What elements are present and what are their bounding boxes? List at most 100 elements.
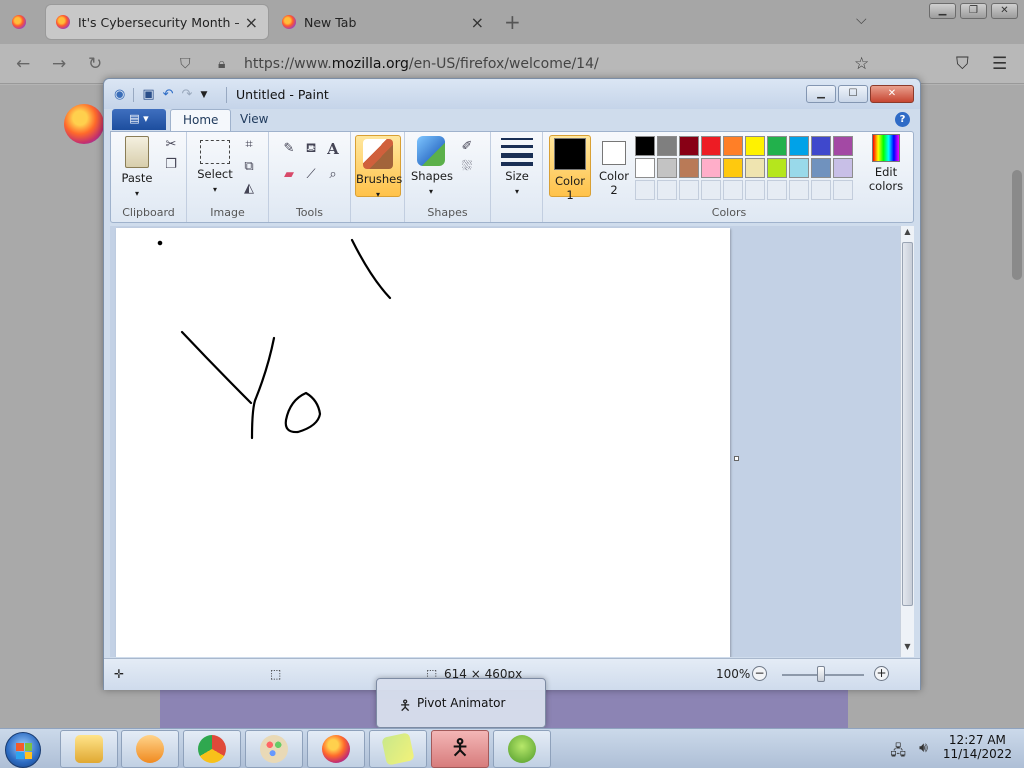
palette-swatch[interactable] [833, 158, 853, 178]
scrollbar-thumb[interactable] [902, 242, 913, 606]
fill-bucket-icon[interactable]: ⛾ [301, 140, 321, 158]
size-button[interactable]: Size ▾ [499, 138, 535, 197]
page-scrollbar-thumb[interactable] [1012, 170, 1022, 280]
tab-view[interactable]: View [228, 109, 280, 131]
palette-swatch[interactable] [679, 136, 699, 156]
palette-swatch[interactable] [723, 136, 743, 156]
palette-custom-slot[interactable] [701, 180, 721, 200]
list-all-tabs-chevron-icon[interactable]: ⌵ [856, 12, 867, 28]
edit-colors-button[interactable]: Edit colors [863, 134, 909, 193]
taskbar-media-player[interactable] [121, 730, 179, 768]
close-icon[interactable]: ✕ [870, 85, 914, 103]
tracking-shield-icon[interactable]: ⛉ [180, 56, 196, 72]
palette-swatch[interactable] [811, 136, 831, 156]
color-picker-icon[interactable]: ⟋ [301, 166, 321, 184]
magnifier-icon[interactable]: ⌕ [323, 166, 343, 184]
palette-custom-slot[interactable] [635, 180, 655, 200]
paint-file-menu-button[interactable]: ▤ ▾ [112, 109, 166, 130]
taskbar-explorer[interactable] [60, 730, 118, 768]
customize-qat-chevron-icon[interactable]: ▼ [200, 90, 207, 100]
firefox-menu-icon[interactable] [12, 15, 26, 29]
taskbar-sticky-notes[interactable] [369, 730, 427, 768]
hamburger-menu-icon[interactable]: ☰ [992, 54, 1007, 74]
tab-cybersecurity-month[interactable]: It's Cybersecurity Month — tim × [46, 5, 268, 39]
canvas-vertical-scrollbar[interactable]: ▲ ▼ [900, 226, 914, 657]
palette-custom-slot[interactable] [679, 180, 699, 200]
palette-swatch[interactable] [789, 136, 809, 156]
palette-swatch[interactable] [657, 158, 677, 178]
pocket-icon[interactable]: ⛉ [956, 54, 969, 74]
palette-swatch[interactable] [789, 158, 809, 178]
redo-icon[interactable]: ↷ [182, 87, 193, 102]
palette-swatch[interactable] [767, 158, 787, 178]
close-icon[interactable]: ✕ [991, 3, 1018, 19]
close-tab-icon[interactable]: × [245, 13, 258, 32]
taskbar-thumbnail-popup[interactable]: 🯅 Pivot Animator [376, 678, 546, 728]
zoom-out-button[interactable]: − [752, 666, 767, 681]
palette-custom-slot[interactable] [767, 180, 787, 200]
resize-icon[interactable]: ⧉ [239, 158, 259, 176]
palette-swatch[interactable] [811, 158, 831, 178]
start-button[interactable] [5, 732, 41, 768]
taskbar-chrome[interactable] [183, 730, 241, 768]
rotate-icon[interactable]: ◭ [239, 180, 259, 198]
undo-icon[interactable]: ↶ [163, 87, 174, 102]
tab-new-tab[interactable]: New Tab × [272, 5, 494, 39]
back-arrow-icon[interactable]: ← [16, 54, 30, 74]
reload-icon[interactable]: ↻ [88, 54, 102, 74]
text-icon[interactable]: A [323, 140, 343, 158]
palette-swatch[interactable] [635, 136, 655, 156]
volume-icon[interactable]: 🔊︎ [919, 740, 928, 756]
new-tab-plus-icon[interactable]: + [504, 10, 521, 34]
palette-swatch[interactable] [701, 136, 721, 156]
paste-button[interactable]: Paste ▾ [117, 136, 157, 199]
paint-app-icon[interactable]: ◉ [114, 87, 125, 102]
restore-icon[interactable]: ❐ [960, 3, 987, 19]
palette-swatch[interactable] [745, 136, 765, 156]
network-icon[interactable]: 🖧 [890, 740, 906, 764]
maximize-icon[interactable]: ☐ [838, 85, 868, 103]
save-icon[interactable]: ▣ [142, 87, 154, 102]
palette-swatch[interactable] [657, 136, 677, 156]
shapes-button[interactable]: Shapes ▾ [411, 136, 453, 197]
palette-swatch[interactable] [701, 158, 721, 178]
minimize-icon[interactable]: ▁ [929, 3, 956, 19]
crop-icon[interactable]: ⌗ [239, 136, 259, 154]
palette-swatch[interactable] [635, 158, 655, 178]
color1-button[interactable]: Color 1 [549, 135, 591, 202]
bookmark-star-icon[interactable]: ☆ [854, 54, 869, 74]
pencil-icon[interactable]: ✎ [279, 140, 299, 158]
tab-home[interactable]: Home [170, 109, 232, 131]
palette-custom-slot[interactable] [833, 180, 853, 200]
palette-custom-slot[interactable] [811, 180, 831, 200]
zoom-slider-thumb[interactable] [817, 666, 825, 682]
zoom-in-button[interactable]: + [874, 666, 889, 681]
url-bar[interactable]: ⛉ 🔒︎ https://www. mozilla.org/en-US/firef… [180, 50, 890, 78]
palette-swatch[interactable] [679, 158, 699, 178]
forward-arrow-icon[interactable]: → [52, 54, 66, 74]
taskbar-paint[interactable] [245, 730, 303, 768]
eraser-icon[interactable]: ▰ [279, 166, 299, 184]
taskbar-pivot-animator[interactable]: 🯅 [431, 730, 489, 768]
palette-custom-slot[interactable] [657, 180, 677, 200]
help-icon[interactable]: ? [895, 112, 910, 127]
palette-swatch[interactable] [833, 136, 853, 156]
scroll-down-arrow-icon[interactable]: ▼ [901, 642, 914, 656]
palette-custom-slot[interactable] [745, 180, 765, 200]
minimize-icon[interactable]: ▁ [806, 85, 836, 103]
close-tab-icon[interactable]: × [471, 13, 484, 32]
canvas-resize-handle[interactable] [734, 456, 739, 461]
fill-icon[interactable]: ⛆ [457, 158, 477, 176]
taskbar-firefox[interactable] [307, 730, 365, 768]
palette-swatch[interactable] [767, 136, 787, 156]
outline-icon[interactable]: ✐ [457, 138, 477, 156]
drawing-canvas[interactable] [116, 228, 730, 657]
scroll-up-arrow-icon[interactable]: ▲ [901, 227, 914, 241]
cut-icon[interactable]: ✂ [161, 136, 181, 154]
taskbar-installer[interactable] [493, 730, 551, 768]
palette-swatch[interactable] [745, 158, 765, 178]
palette-custom-slot[interactable] [789, 180, 809, 200]
system-clock[interactable]: 12:27 AM 11/14/2022 [943, 733, 1012, 761]
lock-icon[interactable]: 🔒︎ [218, 56, 234, 72]
copy-icon[interactable]: ❐ [161, 156, 181, 174]
